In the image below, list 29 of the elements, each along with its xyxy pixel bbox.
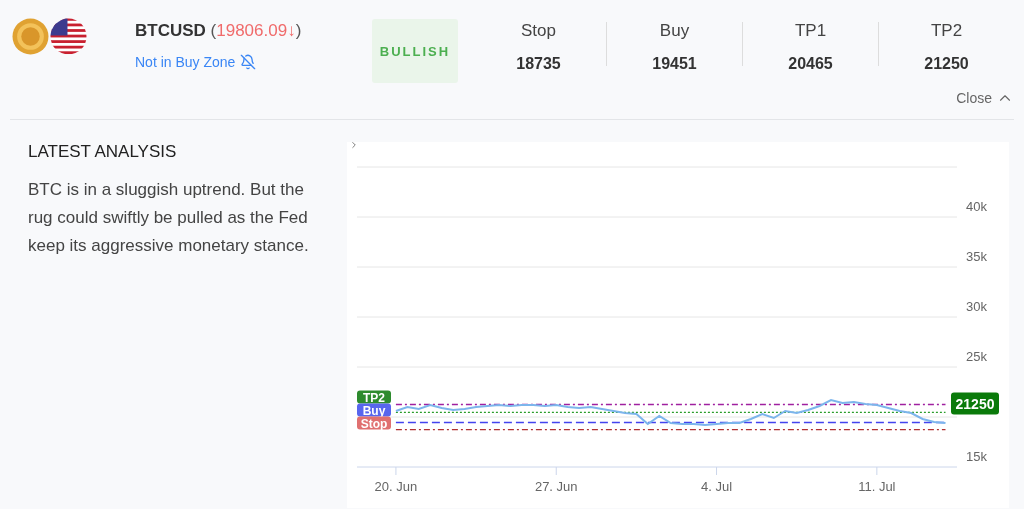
close-button[interactable]: Close	[956, 89, 1014, 107]
ticker-title: BTCUSD (19806.09↓)	[135, 21, 303, 41]
bitcoin-coin-icon	[12, 18, 49, 55]
x-axis-label: 4. Jul	[701, 479, 733, 494]
us-flag-icon	[50, 18, 87, 55]
y-axis-label: 30k	[966, 299, 987, 314]
y-axis-label: 35k	[966, 249, 987, 264]
level-tag: TP2	[357, 390, 391, 405]
expand-icon[interactable]	[349, 140, 359, 150]
y-axis-label: 15k	[966, 449, 987, 464]
analysis-title: LATEST ANALYSIS	[28, 142, 178, 162]
level-value: 18735	[516, 56, 561, 72]
level-value: 19451	[652, 56, 697, 72]
x-axis-label: 20. Jun	[374, 479, 418, 494]
level-label: TP1	[794, 22, 827, 39]
y-axis-label: 25k	[966, 349, 987, 364]
x-axis-label: 11. Jul	[858, 479, 896, 494]
sentiment-badge: BULLISH	[371, 19, 458, 83]
level-value: 20465	[788, 56, 833, 72]
level-label: Buy	[659, 22, 690, 39]
x-axis-label: 27. Jun	[534, 479, 578, 494]
level-label: TP2	[930, 22, 963, 39]
level-label: Stop	[521, 22, 556, 39]
analysis-text: BTC is in a sluggish uptrend. But the rug could swiftly be pulled as the Fed keep its aggressive monetary stance.	[28, 179, 310, 257]
buy-zone-status: Not in Buy Zone	[135, 54, 236, 70]
level-value: 21250	[924, 56, 969, 72]
level-tag: 21250	[951, 392, 999, 415]
bell-off-icon[interactable]	[240, 54, 257, 70]
y-axis-label: 40k	[966, 199, 987, 214]
